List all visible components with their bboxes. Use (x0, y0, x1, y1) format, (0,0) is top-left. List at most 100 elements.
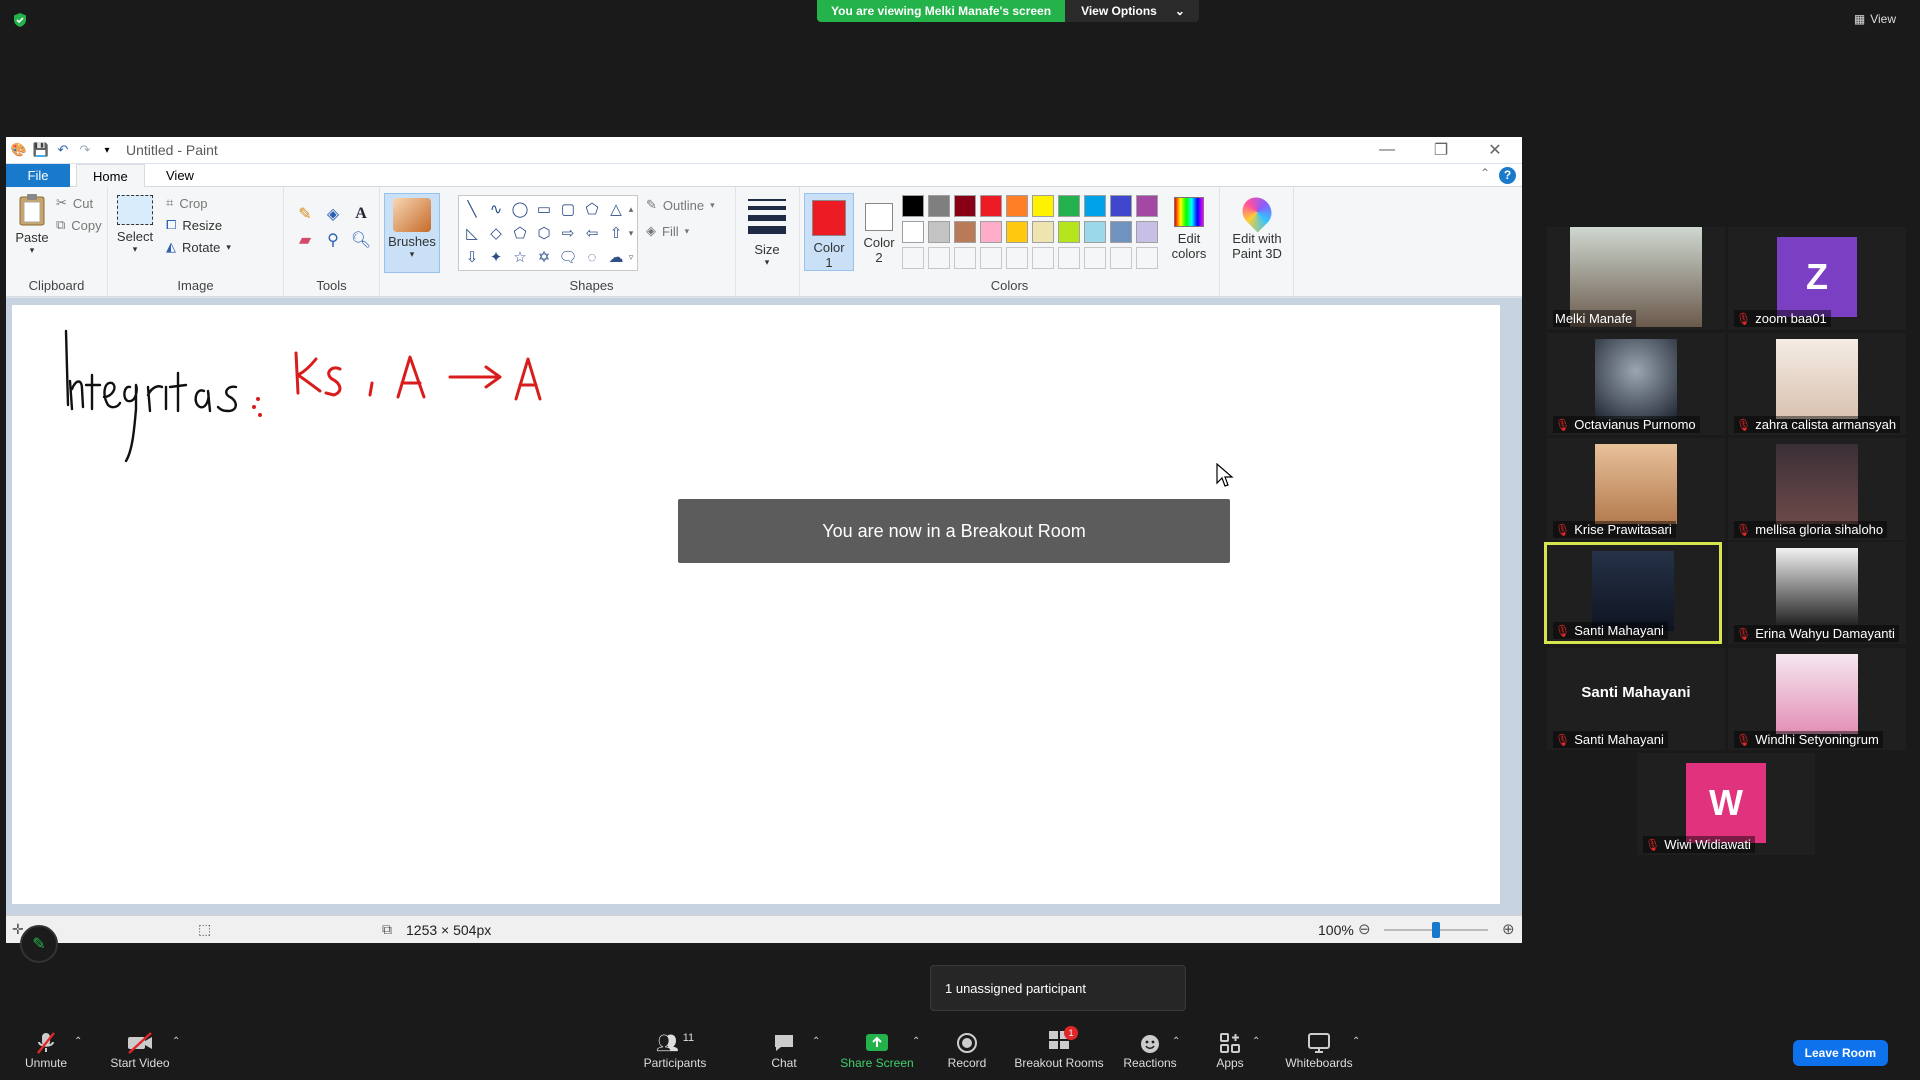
palette-swatch[interactable] (1084, 221, 1106, 243)
five-point-star-shape-icon[interactable]: ☆ (509, 246, 531, 268)
rectangle-shape-icon[interactable]: ▭ (533, 198, 555, 220)
crop-button[interactable]: ⌗ Crop (166, 195, 208, 211)
palette-swatch[interactable] (1136, 221, 1158, 243)
triangle-shape-icon[interactable]: △ (605, 198, 627, 220)
color2-button[interactable]: Color 2 (854, 193, 904, 271)
record-button[interactable]: Record (942, 1030, 992, 1070)
participant-tile[interactable]: 🎙︎ Krise Prawitasari (1547, 438, 1725, 540)
tab-file[interactable]: File (6, 164, 70, 187)
four-point-star-shape-icon[interactable]: ✦ (485, 246, 507, 268)
chat-options-caret-icon[interactable]: ⌃ (812, 1036, 820, 1047)
polygon-shape-icon[interactable]: ⬠ (581, 198, 603, 220)
shapes-scroll-up-icon[interactable]: ▴ (625, 198, 637, 220)
copy-button[interactable]: ⧉ Copy (56, 217, 102, 233)
whiteboards-button[interactable]: Whiteboards (1282, 1030, 1356, 1070)
minimize-icon[interactable]: — (1360, 137, 1414, 163)
oval-callout-shape-icon[interactable]: ◌ (581, 246, 603, 268)
palette-swatch[interactable] (954, 221, 976, 243)
unmute-button[interactable]: Unmute (20, 1030, 72, 1070)
palette-swatch[interactable] (1110, 195, 1132, 217)
participant-tile[interactable]: 🎙︎ Santi Mahayani (1544, 542, 1722, 644)
participant-tile[interactable]: 🎙︎ Windhi Setyoningrum (1728, 648, 1906, 750)
participant-tile[interactable]: 🎙︎ Erina Wahyu Damayanti (1728, 542, 1906, 644)
edit-colors-button[interactable]: Edit colors (1164, 195, 1214, 261)
participant-tile[interactable]: 🎙︎ zahra calista armansyah (1728, 333, 1906, 435)
line-shape-icon[interactable]: ╲ (461, 198, 483, 220)
apps-options-caret-icon[interactable]: ⌃ (1252, 1036, 1260, 1047)
custom-color-slot[interactable] (928, 247, 950, 269)
customize-quick-access-icon[interactable]: ▾ (98, 141, 116, 159)
eraser-icon[interactable]: ▰ (294, 229, 316, 251)
restore-icon[interactable]: ❐ (1414, 137, 1468, 163)
color1-button[interactable]: Color 1 (804, 193, 854, 271)
right-triangle-shape-icon[interactable]: ◺ (461, 222, 483, 244)
rounded-callout-shape-icon[interactable]: 🗨︎ (557, 246, 579, 268)
palette-swatch[interactable] (902, 195, 924, 217)
custom-color-slot[interactable] (902, 247, 924, 269)
hexagon-shape-icon[interactable]: ⬡ (533, 222, 555, 244)
shapes-more-icon[interactable]: ▿ (625, 246, 637, 268)
audio-options-caret-icon[interactable]: ⌃ (74, 1036, 82, 1047)
rotate-button[interactable]: ◭ Rotate ▾ (166, 239, 231, 255)
right-arrow-shape-icon[interactable]: ⇨ (557, 222, 579, 244)
breakout-rooms-button[interactable]: 1 Breakout Rooms (1012, 1026, 1106, 1070)
palette-swatch[interactable] (1084, 195, 1106, 217)
tab-home[interactable]: Home (76, 164, 145, 188)
palette-swatch[interactable] (928, 195, 950, 217)
oval-shape-icon[interactable]: ◯ (509, 198, 531, 220)
paste-button[interactable]: Paste ▾ (12, 193, 52, 256)
zoom-slider-thumb[interactable] (1432, 922, 1440, 938)
share-options-caret-icon[interactable]: ⌃ (912, 1036, 920, 1047)
help-icon[interactable]: ? (1499, 167, 1516, 184)
zoom-out-icon[interactable]: ⊖ (1358, 920, 1371, 938)
participants-button[interactable]: 👥︎ 11 Participants (640, 1030, 710, 1070)
participant-tile[interactable]: Santi Mahayani 🎙︎ Santi Mahayani (1547, 648, 1725, 750)
down-arrow-shape-icon[interactable]: ⇩ (461, 246, 483, 268)
palette-swatch[interactable] (1006, 195, 1028, 217)
custom-color-slot[interactable] (1032, 247, 1054, 269)
palette-swatch[interactable] (1058, 221, 1080, 243)
paint-app-icon[interactable]: 🎨 (10, 141, 28, 159)
palette-swatch[interactable] (1136, 195, 1158, 217)
apps-button[interactable]: Apps (1212, 1030, 1248, 1070)
custom-color-slot[interactable] (1110, 247, 1132, 269)
leave-room-button[interactable]: Leave Room (1792, 1040, 1888, 1066)
fill-bucket-icon[interactable]: ◈ (322, 203, 344, 225)
diamond-shape-icon[interactable]: ◇ (485, 222, 507, 244)
reactions-button[interactable]: Reactions (1122, 1030, 1178, 1070)
custom-color-slot[interactable] (954, 247, 976, 269)
custom-color-slot[interactable] (1136, 247, 1158, 269)
edit-with-paint3d-button[interactable]: Edit with Paint 3D (1222, 191, 1292, 261)
six-point-star-shape-icon[interactable]: ✡ (533, 246, 555, 268)
palette-swatch[interactable] (1006, 221, 1028, 243)
select-button[interactable]: Select ▾ (114, 193, 156, 255)
start-video-button[interactable]: Start Video (104, 1030, 176, 1070)
undo-icon[interactable]: ↶ (54, 141, 72, 159)
participant-tile[interactable]: W 🎙︎ Wiwi Widiawati (1637, 753, 1815, 855)
view-layout-button[interactable]: ▦ View (1854, 12, 1896, 26)
participant-tile[interactable]: 🎙︎ mellisa gloria sihaloho (1728, 438, 1906, 540)
curve-shape-icon[interactable]: ∿ (485, 198, 507, 220)
save-icon[interactable]: 💾 (32, 141, 50, 159)
rounded-rectangle-shape-icon[interactable]: ▢ (557, 198, 579, 220)
pencil-icon[interactable]: ✎ (294, 203, 316, 225)
share-screen-button[interactable]: Share Screen (838, 1030, 916, 1070)
palette-swatch[interactable] (1110, 221, 1132, 243)
color-picker-icon[interactable]: ⚲ (322, 229, 344, 251)
view-options-button[interactable]: View Options ⌄ (1065, 0, 1199, 22)
palette-swatch[interactable] (954, 195, 976, 217)
cloud-callout-shape-icon[interactable]: ☁︎ (605, 246, 627, 268)
magnifier-icon[interactable]: 🔍︎ (350, 229, 372, 251)
palette-swatch[interactable] (902, 221, 924, 243)
resize-button[interactable]: ⧠ Resize (166, 217, 222, 233)
tab-view[interactable]: View (150, 164, 210, 187)
palette-swatch[interactable] (928, 221, 950, 243)
video-options-caret-icon[interactable]: ⌃ (172, 1036, 180, 1047)
drawing-canvas[interactable]: You are now in a Breakout Room (12, 305, 1500, 904)
palette-swatch[interactable] (1032, 221, 1054, 243)
left-arrow-shape-icon[interactable]: ⇦ (581, 222, 603, 244)
palette-swatch[interactable] (980, 195, 1002, 217)
palette-swatch[interactable] (980, 221, 1002, 243)
participant-tile[interactable]: Z 🎙︎ zoom baa01 (1728, 227, 1906, 329)
custom-color-slot[interactable] (1058, 247, 1080, 269)
